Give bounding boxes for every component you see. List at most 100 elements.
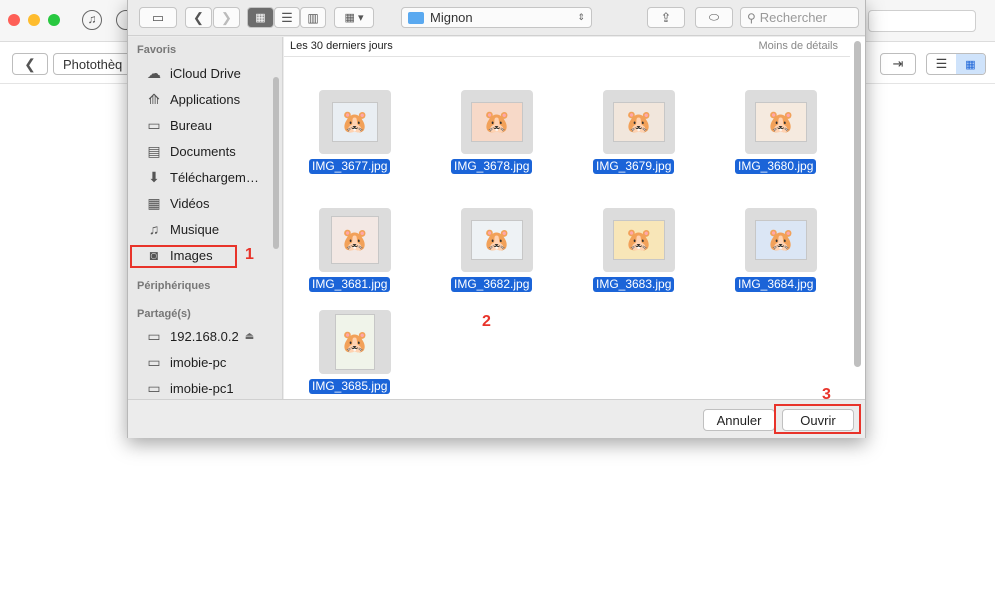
list-view-icon[interactable]: ☰ xyxy=(927,54,956,74)
file-name-label[interactable]: IMG_3682.jpg xyxy=(451,277,533,292)
step-2-marker: 2 xyxy=(482,313,491,330)
hamster-image-icon: 🐹 xyxy=(613,220,665,260)
tag-icon[interactable]: ⬭ xyxy=(695,7,733,28)
dialog-footer: Annuler Ouvrir xyxy=(128,399,865,438)
back-nav-icon[interactable]: ❮ xyxy=(185,7,212,28)
file-name-label[interactable]: IMG_3680.jpg xyxy=(735,159,817,174)
file-name-label[interactable]: IMG_3684.jpg xyxy=(735,277,817,292)
icon-view-icon[interactable]: ▦ xyxy=(247,7,274,28)
file-browser: Les 30 derniers jours Moins de détails 🐹… xyxy=(284,37,865,399)
movies-icon: ▦ xyxy=(147,194,161,211)
sidebar-item-movies[interactable]: ▦ Vidéos xyxy=(144,191,210,215)
dialog-sidebar: Favoris ☁ iCloud Drive ⟰ Applications ▭ Burea… xyxy=(128,37,283,399)
sidebar-item-music[interactable]: ♫ Musique xyxy=(144,217,219,241)
hamster-image-icon: 🐹 xyxy=(613,102,665,142)
folder-icon xyxy=(408,11,424,24)
devices-title: Périphériques xyxy=(137,280,211,292)
hamster-image-icon: 🐹 xyxy=(331,216,379,264)
sidebar-item-label: Documents xyxy=(170,143,236,159)
file-name-label[interactable]: IMG_3678.jpg xyxy=(451,159,533,174)
content-scrollbar[interactable] xyxy=(854,41,861,367)
minimize-window-button[interactable] xyxy=(28,14,40,26)
sidebar-item-label: Téléchargem… xyxy=(170,169,259,185)
display-icon: ▭ xyxy=(147,353,161,370)
file-thumbnail[interactable]: 🐹 xyxy=(319,90,391,154)
sidebar-item-label: Musique xyxy=(170,221,220,237)
sidebar-item-applications[interactable]: ⟰ Applications xyxy=(144,87,240,111)
hamster-image-icon: 🐹 xyxy=(755,102,807,142)
file-thumbnail[interactable]: 🐹 xyxy=(603,208,675,272)
cloud-icon: ☁ xyxy=(147,64,161,81)
list-view-icon[interactable]: ☰ xyxy=(274,7,300,28)
export-icon[interactable]: ⇥ xyxy=(880,53,916,75)
sidebar-item-label: Vidéos xyxy=(170,195,210,211)
itunes-icon[interactable]: ♫ xyxy=(82,10,102,30)
sidebar-item-label: Bureau xyxy=(170,117,212,133)
sidebar-item-label: Applications xyxy=(170,91,241,107)
sidebar-scrollbar[interactable] xyxy=(273,77,279,249)
search-icon: ⚲ xyxy=(747,10,756,25)
file-thumbnail[interactable]: 🐹 xyxy=(745,208,817,272)
close-window-button[interactable] xyxy=(8,14,20,26)
file-name-label[interactable]: IMG_3681.jpg xyxy=(309,277,391,292)
sidebar-toggle-icon[interactable]: ▭ xyxy=(139,7,177,28)
file-thumbnail[interactable]: 🐹 xyxy=(603,90,675,154)
file-thumbnail[interactable]: 🐹 xyxy=(745,90,817,154)
file-name-label[interactable]: IMG_3683.jpg xyxy=(593,277,675,292)
file-thumbnail[interactable]: 🐹 xyxy=(461,208,533,272)
step-1-marker: 1 xyxy=(245,246,254,263)
hamster-image-icon: 🐹 xyxy=(335,314,375,370)
shared-title: Partagé(s) xyxy=(137,308,191,320)
sidebar-item-label: imobie-pc xyxy=(170,354,227,370)
file-thumbnail[interactable]: 🐹 xyxy=(461,90,533,154)
documents-icon: ▤ xyxy=(147,142,161,159)
eject-icon[interactable]: ⏏ xyxy=(245,331,254,342)
location-label: Mignon xyxy=(430,10,473,25)
hamster-image-icon: 🐹 xyxy=(471,102,523,142)
step-3-marker: 3 xyxy=(822,386,831,403)
column-view-icon[interactable]: ▥ xyxy=(300,7,326,28)
sidebar-item-label: 192.168.0.2 xyxy=(170,328,239,344)
dialog-toolbar: ▭ ❮ ❯ ▦ ☰ ▥ ▦ ▾ Mignon ⇕ ⇪ ⬭ ⚲ Recherche… xyxy=(128,0,865,36)
sidebar-item-desktop[interactable]: ▭ Bureau xyxy=(144,113,212,137)
applications-icon: ⟰ xyxy=(148,90,160,107)
desktop-icon: ▭ xyxy=(147,116,161,133)
music-icon: ♫ xyxy=(148,221,160,237)
zoom-window-button[interactable] xyxy=(48,14,60,26)
arrange-menu-icon[interactable]: ▦ ▾ xyxy=(334,7,374,28)
forward-nav-icon[interactable]: ❯ xyxy=(213,7,240,28)
hamster-image-icon: 🐹 xyxy=(755,220,807,260)
grid-view-icon[interactable]: ▦ xyxy=(956,54,985,74)
file-thumbnail[interactable]: 🐹 xyxy=(319,208,391,272)
sidebar-item-label: iCloud Drive xyxy=(170,65,241,81)
images-highlight-box xyxy=(130,245,237,268)
file-name-label[interactable]: IMG_3677.jpg xyxy=(309,159,391,174)
sidebar-item-shared[interactable]: ▭ imobie-pc1 xyxy=(144,376,234,399)
app-search-field[interactable] xyxy=(868,10,976,32)
updown-chevron-icon: ⇕ xyxy=(577,12,585,22)
downloads-icon: ⬇ xyxy=(148,168,160,185)
file-name-label[interactable]: IMG_3679.jpg xyxy=(593,159,675,174)
cancel-button[interactable]: Annuler xyxy=(703,409,775,431)
sidebar-item-downloads[interactable]: ⬇ Téléchargem… xyxy=(144,165,259,189)
sidebar-item-shared[interactable]: ▭ 192.168.0.2 ⏏ xyxy=(144,324,254,348)
share-icon[interactable]: ⇪ xyxy=(647,7,685,28)
date-group-label: Les 30 derniers jours xyxy=(290,40,393,52)
search-input[interactable]: ⚲ Rechercher xyxy=(740,7,859,28)
open-file-dialog: ▭ ❮ ❯ ▦ ☰ ▥ ▦ ▾ Mignon ⇕ ⇪ ⬭ ⚲ Recherche… xyxy=(127,0,866,438)
view-switch[interactable]: ☰ ▦ xyxy=(926,53,986,75)
back-icon[interactable]: ❮ xyxy=(12,53,48,75)
sidebar-item-documents[interactable]: ▤ Documents xyxy=(144,139,236,163)
location-popup[interactable]: Mignon ⇕ xyxy=(401,7,592,28)
hamster-image-icon: 🐹 xyxy=(471,220,523,260)
file-name-label[interactable]: IMG_3685.jpg xyxy=(309,379,391,394)
less-details-link[interactable]: Moins de détails xyxy=(759,40,839,52)
hamster-image-icon: 🐹 xyxy=(332,102,378,142)
file-thumbnail[interactable]: 🐹 xyxy=(319,310,391,374)
breadcrumb[interactable]: Photothèq xyxy=(53,53,133,75)
favorites-title: Favoris xyxy=(137,44,177,56)
display-icon: ▭ xyxy=(147,327,161,344)
sidebar-item-shared[interactable]: ▭ imobie-pc xyxy=(144,350,226,374)
sidebar-item-cloud[interactable]: ☁ iCloud Drive xyxy=(144,61,241,85)
sidebar-item-label: imobie-pc1 xyxy=(170,380,234,396)
